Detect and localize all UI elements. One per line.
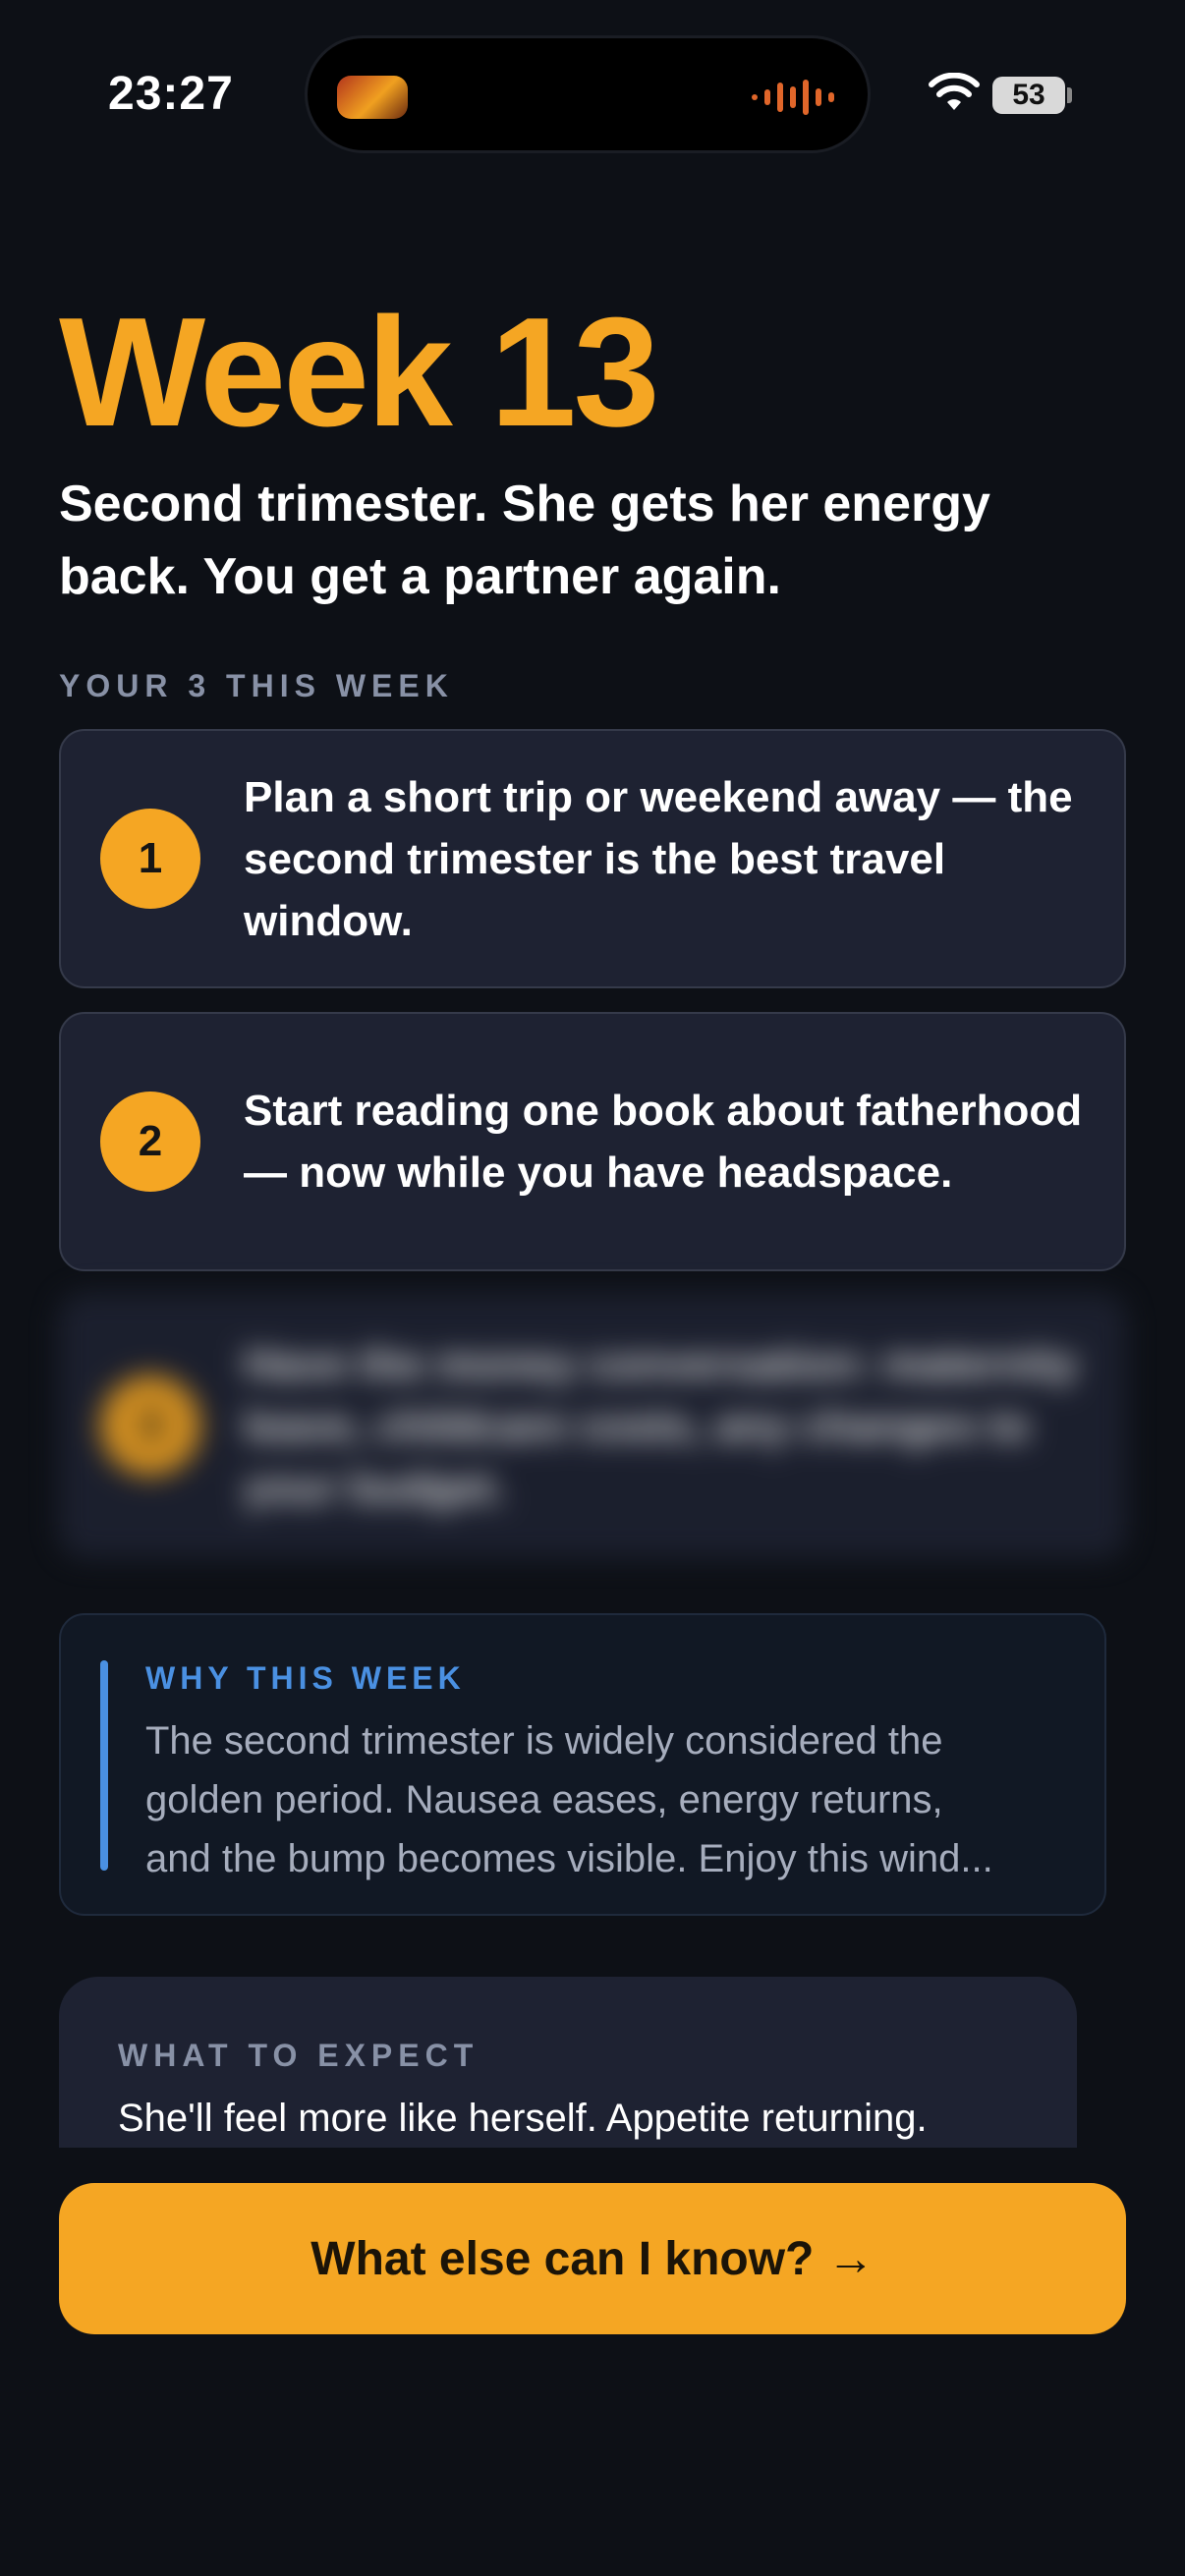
task-text: Have the money conversation: maternity l…: [244, 1339, 1078, 1512]
task-card-2[interactable]: 2 Start reading one book about fatherhoo…: [59, 1012, 1126, 1271]
dynamic-island[interactable]: [305, 35, 871, 153]
battery-tip: [1067, 87, 1072, 103]
page-title: Week 13: [59, 286, 660, 459]
task-number-badge: 3: [100, 1375, 200, 1476]
audio-waveform-icon: [752, 78, 834, 117]
why-text-line: The second trimester is widely considere…: [145, 1719, 943, 1763]
task-number-badge: 1: [100, 809, 200, 909]
what-else-button[interactable]: What else can I know? →: [59, 2183, 1126, 2334]
why-this-week-label: WHY THIS WEEK: [145, 1660, 466, 1696]
why-text-line: golden period. Nausea eases, energy retu…: [145, 1778, 943, 1821]
task-number-badge: 2: [100, 1092, 200, 1192]
now-playing-thumbnail-icon: [337, 76, 408, 119]
battery-level: 53: [1012, 79, 1045, 111]
status-time: 23:27: [108, 68, 234, 120]
what-to-expect-text: She'll feel more like herself. Appetite …: [118, 2097, 928, 2140]
tasks-section-label: YOUR 3 THIS WEEK: [59, 668, 454, 703]
page-subtitle: Second trimester. She gets her energy ba…: [59, 476, 990, 605]
why-this-week-text: The second trimester is widely considere…: [145, 1711, 1079, 1888]
what-to-expect-label: WHAT TO EXPECT: [118, 2038, 480, 2073]
task-text: Plan a short trip or weekend away — the …: [244, 772, 1073, 945]
what-to-expect-card[interactable]: WHAT TO EXPECT She'll feel more like her…: [59, 1977, 1077, 2148]
task-text: Start reading one book about fatherhood …: [244, 1087, 1083, 1197]
battery-icon: 53: [992, 77, 1065, 114]
why-this-week-card[interactable]: WHY THIS WEEK The second trimester is wi…: [59, 1613, 1106, 1916]
wifi-icon: [929, 73, 980, 110]
screen: 23:27 53 Week 13 Second trimester. She g…: [0, 0, 1185, 2576]
why-text-line: and the bump becomes visible. Enjoy this…: [145, 1837, 993, 1880]
task-card-1[interactable]: 1 Plan a short trip or weekend away — th…: [59, 729, 1126, 988]
task-card-3-locked[interactable]: 3 Have the money conversation: maternity…: [59, 1293, 1126, 1558]
accent-bar: [100, 1660, 108, 1871]
